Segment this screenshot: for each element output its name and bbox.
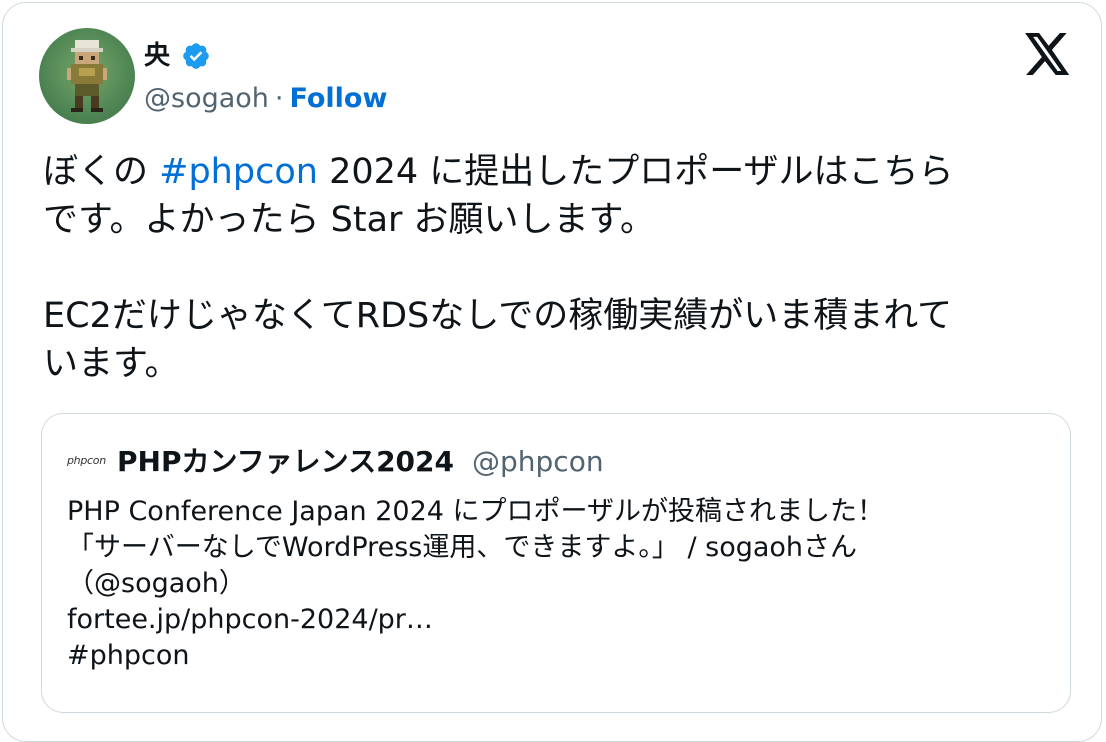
quoted-tweet-text: PHP Conference Japan 2024 にプロポーザルが投稿されまし… [67, 494, 1047, 674]
quoted-line: 「サーバーなしでWordPress運用、できますよ。」 / sogaohさん [67, 532, 858, 563]
quoted-hashtag[interactable]: #phpcon [67, 638, 1047, 674]
author-name[interactable]: 央 [144, 39, 170, 73]
quoted-line: （@sogaoh） [67, 568, 246, 599]
tweet-text: ぼくの #phpcon 2024 に提出したプロポーザルはこちら です。よかった… [43, 148, 1063, 388]
tweet-line-3: EC2だけじゃなくてRDSなしでの稼働実績がいま積まれて [43, 296, 953, 336]
quoted-tweet[interactable]: phpcon PHPカンファレンス2024 @phpcon PHP Confer… [41, 413, 1071, 713]
x-logo-icon[interactable] [1025, 33, 1071, 75]
verified-badge-icon [183, 43, 209, 69]
tweet-line-1: ぼくの #phpcon 2024 に提出したプロポーザルはこちら [43, 148, 1063, 196]
quoted-line: PHP Conference Japan 2024 にプロポーザルが投稿されまし… [67, 496, 884, 527]
tweet-embed-card: 央 @sogaoh · Follow ぼくの #phpcon 2024 に提出したプ… [2, 2, 1102, 742]
follow-button[interactable]: Follow [290, 83, 388, 114]
author-handle[interactable]: @sogaoh [144, 83, 269, 114]
tweet-text-segment: 2024 に提出したプロポーザルはこちら [317, 152, 954, 192]
separator-dot: · [274, 83, 284, 114]
quoted-author-name[interactable]: PHPカンファレンス2024 [117, 444, 454, 480]
pixel-character-icon [67, 40, 107, 112]
tweet-text-segment: ぼくの [43, 152, 160, 192]
quoted-link[interactable]: fortee.jp/phpcon-2024/pr… [67, 602, 1047, 638]
handle-row: @sogaoh · Follow [144, 81, 387, 117]
tweet-line-4: います。 [43, 344, 180, 384]
quoted-author-handle[interactable]: @phpcon [472, 444, 604, 480]
hashtag-link[interactable]: #phpcon [159, 152, 318, 192]
tweet-line-2: です。よかったら Star お願いします。 [43, 200, 656, 240]
phpcon-logo: phpcon [67, 454, 106, 467]
avatar[interactable] [39, 28, 135, 124]
